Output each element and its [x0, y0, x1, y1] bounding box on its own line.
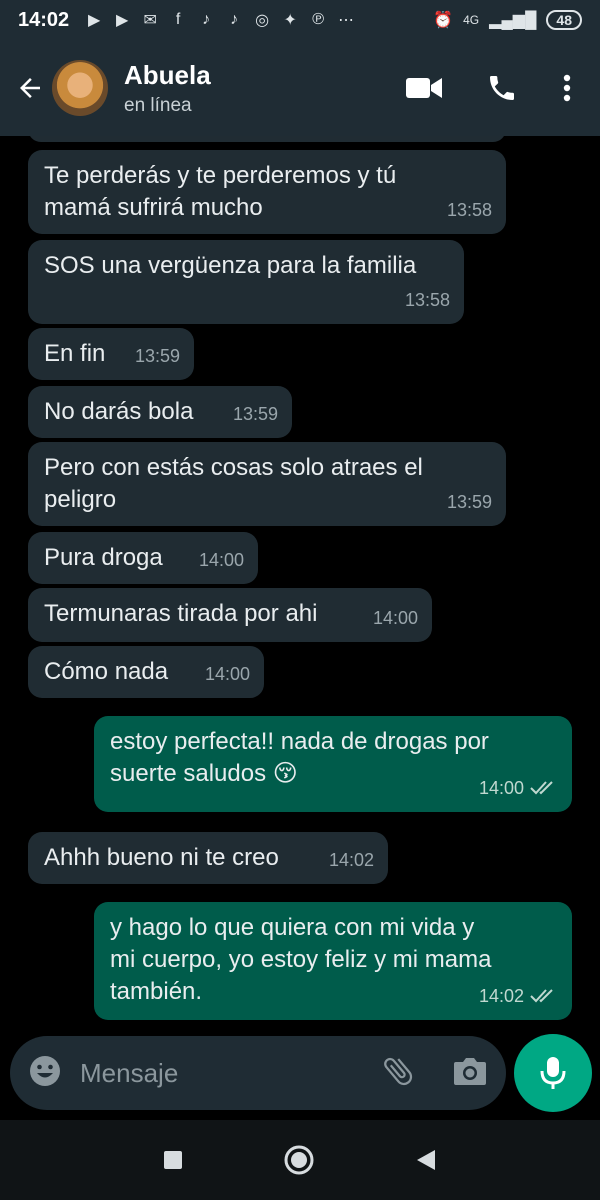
message-text: Ahhh bueno ni te creo [44, 844, 279, 871]
double-check-icon [530, 781, 553, 795]
alarm-icon: ⏰ [433, 12, 454, 29]
recents-button[interactable] [163, 1150, 183, 1170]
home-button[interactable] [283, 1144, 315, 1176]
facebook-icon: f [175, 11, 181, 28]
contact-name: Abuela [124, 59, 211, 90]
menu-button[interactable] [562, 73, 572, 103]
message-bubble[interactable]: Cómo nada 14:00 [28, 646, 264, 698]
more-vertical-icon [563, 74, 571, 102]
message-time: 14:00 [372, 608, 418, 628]
camera-icon [454, 1057, 486, 1085]
message-bubble[interactable]: Ahhh bueno ni te creo 14:02 [28, 832, 388, 884]
emoji-button[interactable] [28, 1054, 62, 1093]
notification-icons: ▶ ▶ ✉ f ♪ ♪ ◎ ✦ ℗ ⋯ [85, 11, 355, 29]
double-check-icon [530, 989, 553, 1003]
microphone-icon [540, 1057, 566, 1089]
message-bubble[interactable]: Pero con estás cosas solo atraes el peli… [28, 442, 506, 526]
mail-icon: ✉ [143, 12, 157, 29]
voice-record-button[interactable] [514, 1034, 592, 1112]
message-time: 14:00 [478, 778, 524, 798]
contact-info[interactable]: Abuela en línea [124, 60, 211, 117]
square-icon [164, 1151, 182, 1169]
message-time: 14:02 [328, 850, 374, 870]
back-button[interactable] [12, 68, 48, 108]
chat-area[interactable]: Te perderás y te perderemos y tú mamá su… [0, 136, 600, 1026]
message-composer[interactable]: Mensaje [10, 1036, 506, 1110]
message-input[interactable]: Mensaje [80, 1058, 178, 1089]
message-text: Te perderás y te perderemos y tú [44, 162, 397, 189]
paperclip-icon [384, 1057, 413, 1085]
message-time: 13:59 [446, 492, 492, 512]
circle-icon [284, 1145, 314, 1175]
message-time: 13:59 [134, 346, 180, 366]
message-time: 13:58 [404, 290, 450, 310]
play-icon: ▶ [88, 12, 101, 29]
instagram-icon: ◎ [255, 12, 270, 29]
message-text: mamá sufrirá mucho [44, 194, 263, 221]
pinterest-icon: ℗ [312, 11, 325, 28]
message-text: peligro [44, 486, 117, 513]
back-arrow-icon [20, 78, 40, 98]
back-nav-button[interactable] [415, 1148, 437, 1172]
message-text: Termunaras tirada por ahi [44, 600, 318, 627]
tiktok-icon: ♪ [202, 11, 211, 28]
message-time: 14:02 [478, 986, 524, 1006]
network-type: 4G [463, 13, 480, 27]
avatar[interactable] [52, 60, 108, 116]
video-camera-icon [406, 78, 442, 98]
message-bubble[interactable]: SOS una vergüenza para la familia 13:58 [28, 240, 464, 324]
message-time: 14:00 [198, 550, 244, 570]
message-meta: 14:00 [479, 772, 558, 804]
camera-button[interactable] [452, 1055, 488, 1092]
message-meta: 14:02 [479, 980, 558, 1012]
message-bubble-partial[interactable] [28, 136, 506, 142]
tiktok-icon: ♪ [230, 11, 239, 28]
attach-button[interactable] [380, 1053, 416, 1094]
message-bubble[interactable]: En fin 13:59 [28, 328, 194, 380]
triangle-back-icon [417, 1150, 435, 1170]
message-bubble-outgoing[interactable]: estoy perfecta!! nada de drogas por suer… [94, 716, 572, 812]
system-icons: ⏰ 4G ▂▄▆█ 48 [433, 10, 582, 30]
contact-status: en línea [124, 94, 192, 116]
signal-icon: ▂▄▆█ [489, 12, 537, 29]
twitter-icon: ✦ [283, 12, 297, 29]
video-call-button[interactable] [406, 74, 442, 102]
composer-actions [380, 1053, 488, 1094]
chat-header: Abuela en línea [0, 40, 600, 136]
system-nav-bar [0, 1120, 600, 1200]
play-icon: ▶ [116, 12, 129, 29]
phone-icon [490, 76, 514, 100]
battery-indicator: 48 [546, 10, 582, 30]
message-time: 14:00 [204, 664, 250, 684]
message-bubble[interactable]: No darás bola 13:59 [28, 386, 292, 438]
message-bubble-outgoing[interactable]: y hago lo que quiera con mi vida y mi cu… [94, 902, 572, 1020]
message-time: 13:59 [232, 404, 278, 424]
emoji-icon [30, 1055, 60, 1086]
message-text: Pero con estás cosas solo atraes el [44, 454, 423, 481]
voice-call-button[interactable] [486, 72, 518, 104]
message-text: SOS una vergüenza para la familia [44, 252, 417, 279]
message-bubble[interactable]: Te perderás y te perderemos y tú mamá su… [28, 150, 506, 234]
message-time: 13:58 [446, 200, 492, 220]
more-notifications-icon: ⋯ [338, 12, 355, 29]
message-text: estoy perfecta!! nada de drogas por [110, 728, 489, 755]
status-bar: 14:02 ▶ ▶ ✉ f ♪ ♪ ◎ ✦ ℗ ⋯ ⏰ 4G ▂▄▆█ 48 [0, 0, 600, 40]
message-text: mi cuerpo, yo estoy feliz y mi mama [110, 946, 492, 973]
status-time: 14:02 [18, 8, 70, 31]
message-text: y hago lo que quiera con mi vida y [110, 914, 475, 941]
message-bubble[interactable]: Termunaras tirada por ahi 14:00 [28, 588, 432, 642]
message-bubble[interactable]: Pura droga 14:00 [28, 532, 258, 584]
header-actions [406, 72, 588, 104]
